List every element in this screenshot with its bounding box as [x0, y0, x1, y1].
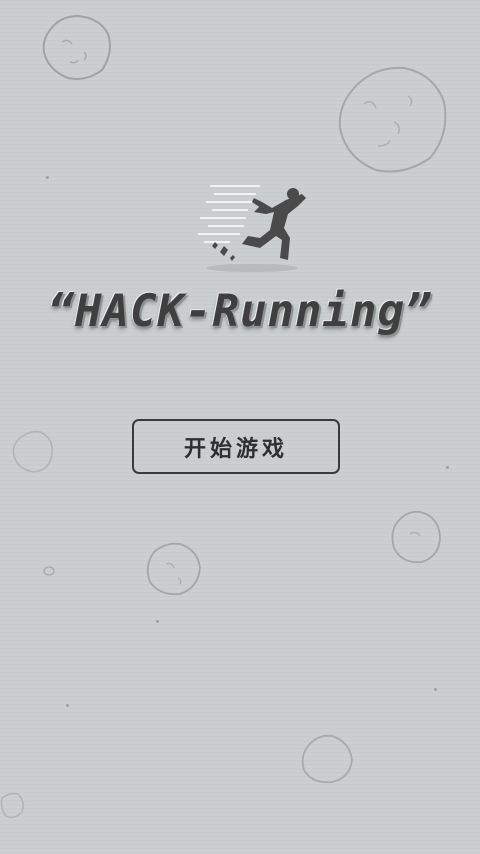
asteroid-icon [42, 14, 111, 80]
debris-dot [434, 688, 437, 691]
game-title: “HACK-Running” [47, 286, 433, 337]
start-game-button[interactable]: 开始游戏 [132, 419, 340, 474]
debris-dot [66, 704, 69, 707]
asteroid-icon [391, 510, 441, 564]
asteroid-icon [338, 66, 447, 173]
asteroid-icon [146, 542, 201, 596]
debris-dot [46, 176, 49, 179]
asteroid-icon [12, 430, 54, 473]
asteroid-icon [43, 566, 55, 576]
debris-dot [156, 620, 159, 623]
asteroid-icon [0, 792, 25, 819]
running-man-icon [198, 185, 306, 272]
debris-dot [446, 466, 449, 469]
asteroid-icon [301, 734, 353, 784]
